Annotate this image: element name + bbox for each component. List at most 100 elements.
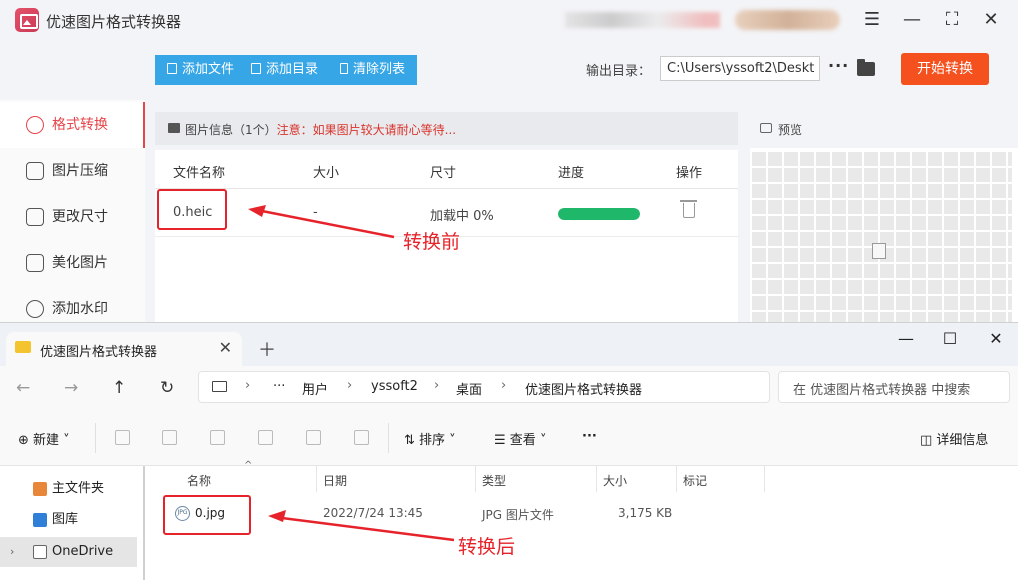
folder-icon <box>251 63 261 74</box>
close-tab-icon[interactable]: ✕ <box>219 338 232 357</box>
annotation-before: 转换前 <box>403 231 461 253</box>
chevron-right-icon[interactable]: › <box>10 537 14 567</box>
column-divider[interactable] <box>596 466 597 492</box>
sort-button[interactable]: ⇅ 排序 ˅ <box>404 429 456 448</box>
add-directory-button[interactable]: 添加目录 <box>251 55 318 85</box>
nav-item-home[interactable]: 主文件夹 <box>0 474 137 504</box>
annotation-arrow-before <box>248 205 395 239</box>
sidebar-item-label: 美化图片 <box>52 255 108 271</box>
column-header: 操作 <box>676 166 703 181</box>
progress-fill <box>558 208 640 220</box>
navigation-pane: 主文件夹 图库 › OneDrive <box>0 466 145 580</box>
rename-icon[interactable] <box>258 430 273 445</box>
column-divider[interactable] <box>676 466 677 492</box>
image-icon <box>26 254 44 272</box>
share-icon[interactable] <box>306 430 321 445</box>
clear-list-button[interactable]: 清除列表 <box>340 55 405 85</box>
nav-scrollbar[interactable] <box>143 466 145 580</box>
breadcrumb-item[interactable]: 优速图片格式转换器 <box>525 379 642 398</box>
broken-image-icon <box>872 243 886 259</box>
forward-icon[interactable]: → <box>64 378 78 398</box>
annotation-box-after <box>163 495 251 535</box>
breadcrumb-item[interactable]: 桌面 <box>456 379 482 398</box>
new-tab-icon[interactable]: ＋ <box>258 336 276 362</box>
delete-icon[interactable] <box>354 430 369 445</box>
add-file-button[interactable]: 添加文件 <box>167 55 234 85</box>
maximize-icon[interactable]: ☐ <box>940 329 960 348</box>
add-file-label: 添加文件 <box>182 62 235 77</box>
up-icon[interactable]: ↑ <box>112 378 126 398</box>
command-bar: ⊕ 新建 ˅ ⇅ 排序 ˅ ☰ 查看 ˅ ··· ◫ 详细信息 <box>0 411 1018 466</box>
details-label: 详细信息 <box>936 433 989 448</box>
column-header-name[interactable]: 名称 <box>187 472 211 489</box>
computer-icon <box>212 381 227 392</box>
sidebar-item-beautify[interactable]: 美化图片 <box>0 240 145 286</box>
sidebar-item-compress[interactable]: 图片压缩 <box>0 148 145 194</box>
column-header-date[interactable]: 日期 <box>323 472 347 489</box>
progress-bar <box>558 208 640 220</box>
nav-item-onedrive[interactable]: › OneDrive <box>0 537 137 567</box>
file-dims-cell: 加载中 0% <box>430 209 494 224</box>
nav-item-gallery[interactable]: 图库 <box>0 505 137 535</box>
nav-item-label: OneDrive <box>52 544 114 559</box>
minimize-icon[interactable]: — <box>896 329 916 348</box>
new-button[interactable]: ⊕ 新建 ˅ <box>18 429 70 448</box>
refresh-icon[interactable]: ↻ <box>160 378 174 398</box>
file-toolbar: 添加文件 添加目录 清除列表 <box>155 55 417 85</box>
view-label: 查看 <box>509 433 536 448</box>
column-divider[interactable] <box>475 466 476 492</box>
file-size: 3,175 KB <box>618 506 673 520</box>
sidebar-item-format-convert[interactable]: 格式转换 <box>0 102 145 148</box>
menu-icon[interactable]: ☰ <box>860 8 884 32</box>
more-options-icon[interactable]: ··· <box>582 429 597 444</box>
open-folder-icon[interactable] <box>857 59 875 76</box>
divider <box>388 423 389 453</box>
convert-icon <box>26 116 44 134</box>
column-divider[interactable] <box>316 466 317 492</box>
chevron-right-icon: › <box>434 378 440 393</box>
clear-list-label: 清除列表 <box>353 62 406 77</box>
more-options-icon[interactable]: ··· <box>828 56 849 75</box>
breadcrumb-item[interactable]: 用户 <box>302 379 328 398</box>
column-header-size[interactable]: 大小 <box>603 472 627 489</box>
watermark-icon <box>26 300 44 318</box>
breadcrumb-item[interactable]: yssoft2 <box>371 379 418 394</box>
minimize-icon[interactable]: — <box>900 8 924 32</box>
tab-title: 优速图片格式转换器 <box>40 345 158 360</box>
column-header-tags[interactable]: 标记 <box>683 472 707 489</box>
explorer-tabbar: 优速图片格式转换器 ✕ ＋ — ☐ ✕ <box>0 323 1018 366</box>
column-header: 尺寸 <box>430 166 457 181</box>
maximize-icon[interactable]: ⛶ <box>940 8 964 32</box>
start-convert-button[interactable]: 开始转换 <box>901 53 989 85</box>
blurred-account-info <box>565 12 720 28</box>
sort-label: 排序 <box>419 433 446 448</box>
column-header-type[interactable]: 类型 <box>482 472 506 489</box>
paste-icon[interactable] <box>210 430 225 445</box>
back-icon[interactable]: ← <box>16 378 30 398</box>
output-dir-field[interactable]: C:\Users\yssoft2\Deskt <box>660 56 820 81</box>
column-divider[interactable] <box>764 466 765 492</box>
details-button[interactable]: ◫ 详细信息 <box>920 429 988 448</box>
divider <box>95 423 96 453</box>
more-crumbs-icon[interactable]: ··· <box>273 379 285 394</box>
delete-icon[interactable] <box>680 200 697 218</box>
preview-icon <box>760 123 772 133</box>
breadcrumb[interactable]: › ··· › 用户 › yssoft2 › 桌面 › 优速图片格式转换器 <box>198 371 770 403</box>
annotation-arrow-after <box>268 510 455 542</box>
search-input[interactable]: 在 优速图片格式转换器 中搜索 <box>778 371 1010 403</box>
image-info-text: 图片信息（1个）注意：如果图片较大请耐心等待... <box>185 121 456 138</box>
blurred-user-badge <box>735 10 840 30</box>
sidebar-item-label: 更改尺寸 <box>52 209 108 225</box>
close-icon[interactable]: ✕ <box>979 8 1003 32</box>
sidebar-item-label: 图片压缩 <box>52 163 108 179</box>
view-button[interactable]: ☰ 查看 ˅ <box>494 429 546 448</box>
annotation-box-before <box>157 189 227 230</box>
home-icon <box>33 482 47 496</box>
cut-icon[interactable] <box>115 430 130 445</box>
close-icon[interactable]: ✕ <box>986 329 1006 348</box>
preview-panel: 预览 <box>750 110 1018 325</box>
header-divider <box>155 188 738 189</box>
explorer-tab[interactable]: 优速图片格式转换器 ✕ <box>6 332 242 366</box>
copy-icon[interactable] <box>162 430 177 445</box>
sidebar-item-resize[interactable]: 更改尺寸 <box>0 194 145 240</box>
